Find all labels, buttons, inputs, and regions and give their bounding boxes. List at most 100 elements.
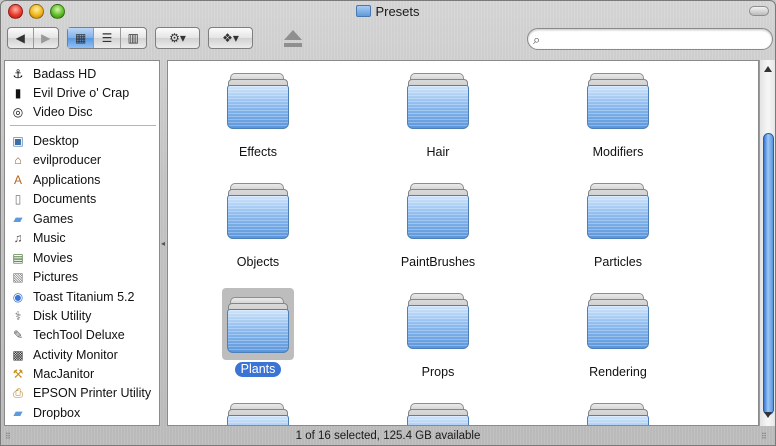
sidebar-item-evilproducer[interactable]: ⌂ evilproducer — [5, 151, 159, 170]
home-icon: ⌂ — [14, 153, 22, 167]
sidebar-item-pictures[interactable]: ▧ Pictures — [5, 268, 159, 287]
folder-icon — [587, 401, 649, 425]
search-input[interactable] — [548, 31, 763, 47]
sidebar-item-epson[interactable]: ⎙ EPSON Printer Utility — [5, 384, 159, 403]
sidebar-item-label: TechTool Deluxe — [33, 328, 125, 342]
folder-item-modifiers[interactable]: Modifiers — [558, 64, 678, 161]
folder-item-plants[interactable]: Plants — [198, 288, 318, 378]
folder-item-partial[interactable] — [558, 394, 678, 425]
eject-icon — [284, 30, 302, 40]
sidebar-resize-handle[interactable]: ◂ — [161, 239, 165, 248]
folder-icon — [407, 181, 469, 239]
folder-label: Plants — [234, 362, 282, 377]
folder-item-props[interactable]: Props — [378, 284, 498, 381]
sidebar-item-video-disc[interactable]: ◎ Video Disc — [5, 102, 159, 121]
status-bar: 1 of 16 selected, 125.4 GB available — [295, 430, 481, 442]
folder-item-partial[interactable] — [198, 394, 318, 425]
scroll-thumb[interactable] — [763, 133, 774, 415]
view-mode-control: ▦ ☰ ▥ — [67, 27, 147, 49]
folder-wrap — [222, 288, 294, 360]
folder-item-objects[interactable]: Objects — [198, 174, 318, 271]
scroll-up-icon[interactable] — [764, 66, 772, 72]
window-title-area: Presets — [1, 4, 775, 19]
pictures-icon: ▧ — [12, 270, 24, 284]
external-drive-icon: ▮ — [14, 85, 22, 100]
sidebar-item-macjanitor[interactable]: ⚒ MacJanitor — [5, 364, 159, 383]
folder-label: Props — [421, 365, 455, 379]
sidebar-item-label: Movies — [33, 250, 73, 265]
toolbar-toggle-button[interactable] — [749, 6, 769, 16]
documents-icon: ▯ — [14, 192, 22, 206]
sidebar-item-label: MacJanitor — [33, 366, 95, 381]
column-view-icon: ▥ — [127, 31, 139, 45]
sidebar-item-label: Toast Titanium 5.2 — [33, 289, 135, 304]
folder-wrap — [402, 394, 474, 425]
sidebar-item-games[interactable]: ▰ Games — [5, 209, 159, 228]
forward-button[interactable]: ▶ — [34, 28, 59, 48]
folder-item-hair[interactable]: Hair — [378, 64, 498, 161]
sidebar-item-label: Evil Drive o' Crap — [33, 85, 130, 100]
folder-wrap — [582, 64, 654, 136]
folder-label: PaintBrushes — [400, 255, 476, 269]
sidebar-item-badass-hd[interactable]: ⚓ Badass HD — [5, 64, 159, 83]
disc-icon: ◎ — [12, 104, 24, 119]
sidebar-item-movies[interactable]: ▤ Movies — [5, 248, 159, 267]
folder-label: Hair — [426, 145, 450, 159]
window-resize-handle[interactable]: ⠿ — [761, 432, 767, 441]
folder-item-particles[interactable]: Particles — [558, 174, 678, 271]
column-view-button[interactable]: ▥ — [121, 28, 146, 48]
sidebar-item-music[interactable]: ♫ Music — [5, 229, 159, 248]
folder-wrap — [402, 284, 474, 356]
sidebar-item-applications[interactable]: A Applications — [5, 170, 159, 189]
sidebar-item-label: Pictures — [33, 270, 79, 284]
icon-view-icon: ▦ — [74, 31, 87, 45]
folder-icon — [227, 181, 289, 239]
folder-icon — [356, 5, 372, 17]
folder-icon — [227, 401, 289, 425]
sidebar-item-documents[interactable]: ▯ Documents — [5, 190, 159, 209]
action-menu-button[interactable]: ⚙▾ — [155, 27, 200, 49]
sidebar-item-evil-drive[interactable]: ▮ Evil Drive o' Crap — [5, 83, 159, 102]
dropbox-menu-button[interactable]: ❖▾ — [208, 27, 253, 49]
disk-utility-icon: ⚕ — [14, 308, 22, 323]
sidebar-item-desktop[interactable]: ▣ Desktop — [5, 131, 159, 150]
back-arrow-icon: ◀ — [15, 31, 25, 45]
dropbox-icon: ❖▾ — [222, 31, 239, 45]
folder-wrap — [582, 284, 654, 356]
folder-item-effects[interactable]: Effects — [198, 64, 318, 161]
gear-icon: ⚙▾ — [169, 31, 186, 45]
folder-label: Effects — [239, 145, 277, 159]
search-field[interactable]: ⌕ — [527, 28, 773, 50]
title-bar[interactable]: Presets — [1, 1, 775, 23]
finder-window: Presets ◀ ▶ ▦ ☰ ▥ ⚙▾ ❖▾ ⌕ ⚓ Badass HD ▮ … — [0, 0, 776, 446]
eject-icon-bar — [284, 43, 302, 47]
sidebar-item-dropbox[interactable]: ▰ Dropbox — [5, 403, 159, 422]
toast-icon: ◉ — [12, 289, 24, 304]
sidebar-item-techtool[interactable]: ✎ TechTool Deluxe — [5, 326, 159, 345]
vertical-scrollbar[interactable] — [759, 60, 775, 426]
sidebar-item-disk-utility[interactable]: ⚕ Disk Utility — [5, 306, 159, 325]
folder-label: Rendering — [589, 365, 647, 379]
sidebar: ⚓ Badass HD ▮ Evil Drive o' Crap ◎ Video Di… — [4, 60, 160, 426]
sidebar-divider — [10, 125, 156, 126]
window-title: Presets — [375, 4, 420, 19]
list-view-button[interactable]: ☰ — [94, 28, 121, 48]
sidebar-item-activity-monitor[interactable]: ▩ Activity Monitor — [5, 345, 159, 364]
eject-button[interactable] — [282, 28, 304, 50]
icon-view-button[interactable]: ▦ — [68, 28, 95, 48]
forward-arrow-icon: ▶ — [41, 31, 51, 45]
folder-icon — [587, 181, 649, 239]
applications-icon: A — [13, 172, 22, 187]
folder-item-partial[interactable] — [378, 394, 498, 425]
folder-label: Particles — [594, 255, 642, 269]
folder-icon — [227, 295, 289, 353]
music-icon: ♫ — [13, 231, 23, 245]
desktop-icon: ▣ — [12, 133, 24, 148]
sidebar-item-toast[interactable]: ◉ Toast Titanium 5.2 — [5, 287, 159, 306]
folder-item-rendering[interactable]: Rendering — [558, 284, 678, 381]
folder-item-paintbrushes[interactable]: PaintBrushes — [378, 174, 498, 271]
macjanitor-icon: ⚒ — [12, 366, 24, 381]
scroll-down-icon[interactable] — [764, 412, 772, 418]
icon-view-area: Effects Hair Modifiers Objects PaintBrus… — [167, 60, 759, 426]
back-button[interactable]: ◀ — [8, 28, 34, 48]
